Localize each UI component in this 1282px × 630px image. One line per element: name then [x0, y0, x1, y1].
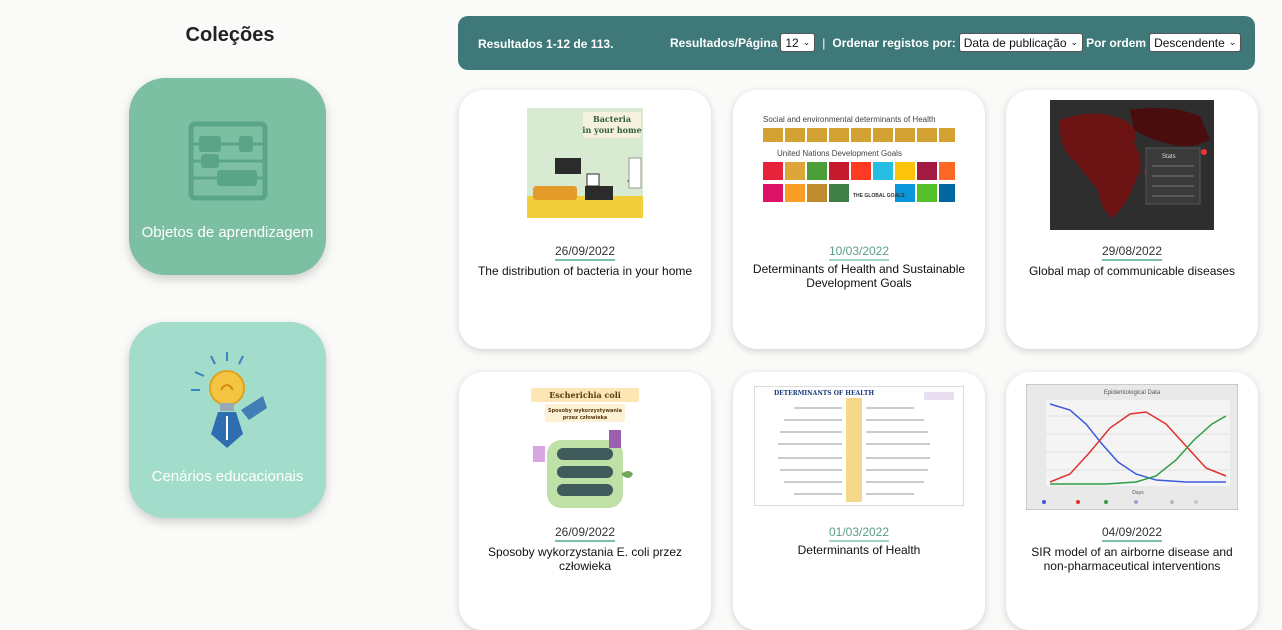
card-title: The distribution of bacteria in your hom… [477, 264, 693, 278]
per-page-select[interactable]: 12 ⌄ [780, 33, 816, 52]
resource-card[interactable]: Escherichia coli Sposoby wykorzystywania… [459, 372, 711, 630]
svg-text:Stats: Stats [1162, 154, 1176, 160]
svg-text:Social and environmental deter: Social and environmental determinants of… [763, 115, 936, 124]
date-text: 26/09/2022 [554, 244, 616, 261]
order-value: Descendente [1154, 35, 1225, 50]
order-select[interactable]: Descendente ⌄ [1149, 33, 1242, 52]
collection-learning-objects[interactable]: Objetos de aprendizagem [129, 78, 326, 275]
date-text: 10/03/2022 [828, 244, 890, 261]
lightbulb-pen-icon [190, 352, 267, 448]
svg-text:DETERMINANTS OF HEALTH: DETERMINANTS OF HEALTH [774, 390, 874, 397]
abacus-icon [188, 121, 267, 201]
card-title: Determinants of Health and Sustainable D… [752, 262, 966, 290]
sort-controls: Resultados/Página 12 ⌄ | Ordenar registos… [670, 33, 1242, 52]
date-text: 26/09/2022 [554, 525, 616, 542]
svg-text:in your home: in your home [582, 125, 641, 135]
collection-label: Objetos de aprendizagem [141, 224, 314, 241]
ecoli-thumbnail: Escherichia coli Sposoby wykorzystywania… [525, 386, 645, 514]
collection-label: Cenários educacionais [151, 468, 304, 485]
card-title: Determinants of Health [797, 543, 921, 557]
resource-card[interactable]: Bacteria in your home 26/09/2022 The dis… [459, 90, 711, 349]
chevron-down-icon: ⌄ [1070, 37, 1079, 47]
svg-text:Epidemiological Data: Epidemiological Data [1104, 390, 1161, 396]
per-page-value: 12 [785, 35, 799, 50]
results-count: Resultados 1-12 de 113. [478, 37, 614, 51]
svg-text:Escherichia coli: Escherichia coli [549, 390, 621, 400]
publication-date: 01/03/2022 [733, 525, 985, 542]
results-toolbar: Resultados 1-12 de 113. Resultados/Págin… [458, 16, 1255, 70]
order-label: Por ordem [1086, 35, 1147, 50]
sir-chart-thumbnail: Epidemiological Data Days [1026, 384, 1238, 510]
collections-sidebar: Coleções Objetos de aprendizagem Cenário… [0, 0, 455, 630]
bacteria-home-thumbnail: Bacteria in your home [519, 100, 651, 228]
svg-text:Days: Days [1132, 490, 1144, 496]
svg-text:United Nations Development Goa: United Nations Development Goals [777, 149, 902, 158]
publication-date: 26/09/2022 [459, 244, 711, 261]
collection-educational-scenarios[interactable]: Cenários educacionais [129, 322, 326, 518]
per-page-label: Resultados/Página [670, 35, 778, 50]
svg-text:przez człowieka: przez człowieka [563, 415, 608, 421]
svg-text:Sposoby wykorzystywania: Sposoby wykorzystywania [548, 408, 622, 414]
sidebar-title: Coleções [185, 24, 275, 46]
chevron-down-icon: ⌄ [1228, 37, 1237, 47]
resource-card[interactable]: DETERMINANTS OF HEALTH 01/03/2022 Determ… [733, 372, 985, 630]
publication-date: 10/03/2022 [733, 244, 985, 261]
publication-date: 29/08/2022 [1006, 244, 1258, 261]
resource-card[interactable]: Stats 29/08/2022 Global map of communica… [1006, 90, 1258, 349]
publication-date: 26/09/2022 [459, 525, 711, 542]
svg-text:THE GLOBAL GOALS: THE GLOBAL GOALS [853, 193, 905, 199]
date-text: 01/03/2022 [828, 525, 890, 542]
card-title: SIR model of an airborne disease and non… [1031, 545, 1233, 573]
sort-value: Data de publicação [963, 35, 1067, 50]
svg-text:Bacteria: Bacteria [593, 114, 631, 124]
card-title: Global map of communicable diseases [1028, 264, 1236, 278]
card-title: Sposoby wykorzystania E. coli przez czło… [487, 545, 683, 573]
chevron-down-icon: ⌄ [802, 37, 811, 47]
separator: | [822, 35, 826, 50]
publication-date: 04/09/2022 [1006, 525, 1258, 542]
disease-map-thumbnail: Stats [1050, 100, 1214, 230]
resource-card[interactable]: Epidemiological Data Days 04/09/2022 SIR… [1006, 372, 1258, 630]
determinants-thumbnail: DETERMINANTS OF HEALTH [754, 386, 964, 506]
date-text: 04/09/2022 [1101, 525, 1163, 542]
date-text: 29/08/2022 [1101, 244, 1163, 261]
sort-select[interactable]: Data de publicação ⌄ [958, 33, 1084, 52]
sdg-thumbnail: Social and environmental determinants of… [761, 106, 957, 218]
sort-label: Ordenar registos por: [832, 35, 956, 50]
resource-card[interactable]: Social and environmental determinants of… [733, 90, 985, 349]
